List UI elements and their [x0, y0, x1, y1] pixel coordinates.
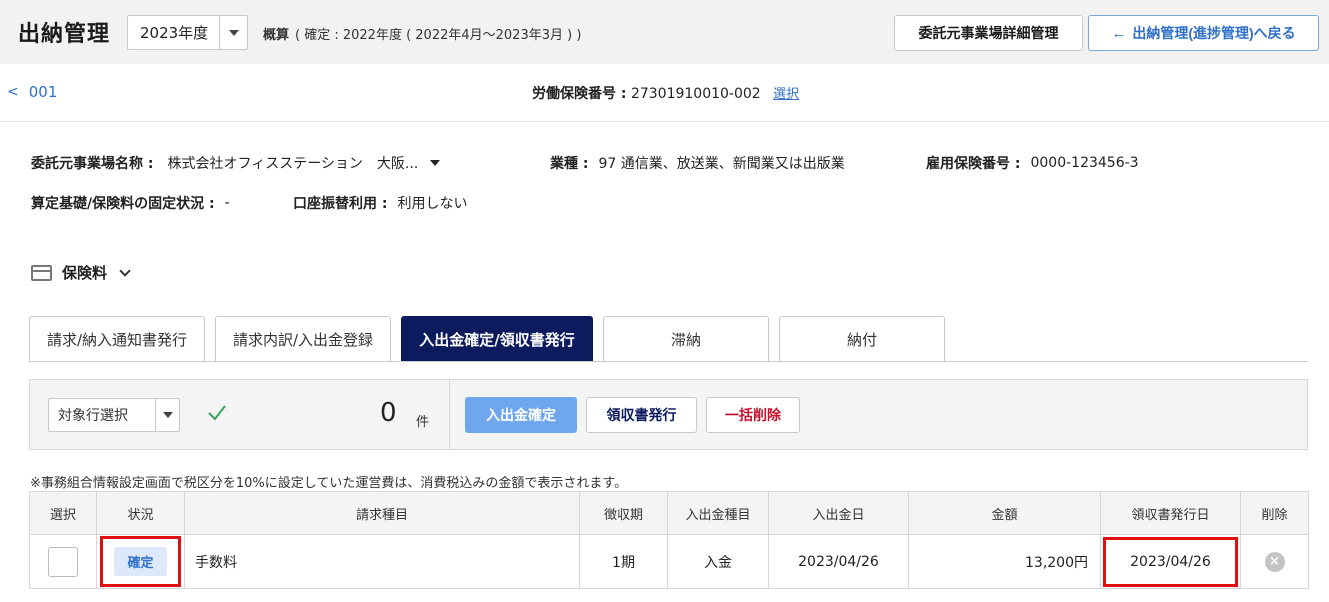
table-row: 確定 手数料 1期 入金 2023/04/26 13,200円 2023/04/…	[29, 534, 1309, 589]
back-button-label: 出納管理(進捗管理)へ戻る	[1132, 25, 1296, 41]
office-name-field: 委託元事業場名称 : 株式会社オフィスステーション 大阪...	[31, 153, 441, 173]
tab-billing-breakdown[interactable]: 請求内訳/入出金登録	[215, 316, 391, 361]
fixed-status-value: -	[224, 195, 230, 211]
employment-insurance-value: 0000-123456-3	[1030, 155, 1139, 171]
check-icon	[208, 405, 226, 421]
account-transfer-label: 口座振替利用 :	[293, 196, 388, 212]
table-header-row: 選択 状況 請求種目 徴収期 入出金種目 入出金日 金額 領収書発行日 削除	[29, 491, 1309, 535]
office-name-label: 委託元事業場名称 :	[31, 156, 154, 172]
tab-billing-notice[interactable]: 請求/納入通知書発行	[29, 316, 205, 361]
labor-insurance-value: 27301910010-002	[630, 86, 761, 102]
dropdown-arrow-icon[interactable]	[155, 399, 179, 431]
arrow-left-icon: ←	[1111, 24, 1127, 42]
tab-payment-confirm[interactable]: 入出金確定/領収書発行	[401, 316, 593, 361]
chevron-left-icon: <	[7, 84, 19, 100]
bulk-delete-button[interactable]: 一括削除	[706, 397, 800, 433]
toolbar-divider	[449, 380, 450, 449]
confirm-payment-button[interactable]: 入出金確定	[465, 397, 577, 433]
select-cell	[29, 534, 97, 589]
fiscal-year-select[interactable]: 2023年度	[127, 15, 248, 50]
office-detail-button[interactable]: 委託元事業場詳細管理	[894, 15, 1083, 51]
status-cell: 確定	[96, 534, 185, 589]
receipt-date-cell: 2023/04/26	[1100, 534, 1241, 589]
col-header-item: 請求種目	[184, 491, 580, 535]
card-icon	[31, 264, 52, 281]
date-cell: 2023/04/26	[768, 534, 909, 589]
tab-bar: 請求/納入通知書発行 請求内訳/入出金登録 入出金確定/領収書発行 滞納 納付	[29, 316, 1308, 362]
delete-cell: ×	[1240, 534, 1309, 589]
issue-receipt-button[interactable]: 領収書発行	[586, 397, 697, 433]
row-select-value: 対象行選択	[58, 408, 128, 424]
app-title: 出納管理	[18, 22, 111, 47]
receipt-date-highlight: 2023/04/26	[1103, 536, 1238, 587]
insurance-section-toggle[interactable]: 保険料	[31, 262, 131, 283]
col-header-receipt-date: 領収書発行日	[1100, 491, 1241, 535]
summary-label: 概算	[263, 28, 290, 43]
app-header: 出納管理 2023年度 概算 ( 確定 : 2022年度 ( 2022年4月～20…	[0, 0, 1329, 64]
office-name-value[interactable]: 株式会社オフィスステーション 大阪...	[167, 153, 418, 173]
back-link-label: 001	[28, 83, 58, 101]
tax-note: ※事務組合情報設定画面で税区分を10%に設定していた運営費は、消費税込みの金額で…	[30, 476, 628, 491]
employment-insurance-field: 雇用保険番号 : 0000-123456-3	[926, 153, 1139, 173]
account-transfer-field: 口座振替利用 : 利用しない	[293, 193, 467, 213]
action-toolbar: 対象行選択 0 件 入出金確定 領収書発行 一括削除	[29, 379, 1308, 450]
col-header-period: 徴収期	[579, 491, 668, 535]
labor-insurance-label: 労働保険番号 :	[532, 86, 627, 102]
industry-field: 業種 : 97 通信業、放送業、新聞業又は出版業	[550, 153, 845, 173]
col-header-delete: 削除	[1240, 491, 1309, 535]
back-link[interactable]: <001	[7, 83, 57, 101]
status-highlight: 確定	[100, 536, 181, 587]
type-cell: 入金	[667, 534, 769, 589]
item-cell: 手数料	[184, 534, 580, 589]
payment-table: 選択 状況 請求種目 徴収期 入出金種目 入出金日 金額 領収書発行日 削除 確…	[29, 491, 1309, 589]
fixed-status-label: 算定基礎/保険料の固定状況 :	[31, 196, 215, 212]
col-header-date: 入出金日	[768, 491, 909, 535]
section-title: 保険料	[62, 264, 108, 282]
chevron-down-icon	[119, 264, 131, 277]
account-transfer-value: 利用しない	[397, 196, 468, 212]
employment-insurance-label: 雇用保険番号 :	[926, 156, 1021, 172]
industry-value: 97 通信業、放送業、新聞業又は出版業	[598, 156, 845, 172]
caret-down-icon[interactable]	[430, 160, 441, 166]
row-select-dropdown[interactable]: 対象行選択	[48, 398, 180, 432]
col-header-type: 入出金種目	[667, 491, 769, 535]
count-unit: 件	[416, 415, 430, 430]
back-to-progress-button[interactable]: ← 出納管理(進捗管理)へ戻る	[1088, 15, 1319, 51]
fiscal-year-value: 2023年度	[140, 24, 209, 42]
fixed-status-field: 算定基礎/保険料の固定状況 : -	[31, 193, 230, 213]
col-header-status: 状況	[96, 491, 185, 535]
fiscal-summary: 概算 ( 確定 : 2022年度 ( 2022年4月～2023年3月 ) )	[263, 24, 581, 43]
summary-text: ( 確定 : 2022年度 ( 2022年4月～2023年3月 ) )	[295, 28, 582, 43]
period-cell: 1期	[579, 534, 668, 589]
industry-label: 業種 :	[550, 156, 589, 172]
tab-payment[interactable]: 納付	[779, 316, 945, 361]
selected-count: 0	[380, 398, 397, 428]
status-badge: 確定	[114, 547, 167, 576]
col-header-select: 選択	[29, 491, 97, 535]
tab-arrears[interactable]: 滞納	[603, 316, 769, 361]
col-header-amount: 金額	[908, 491, 1101, 535]
select-link[interactable]: 選択	[773, 87, 799, 102]
sub-navigation: <001 労働保険番号 : 27301910010-002 選択	[0, 64, 1329, 122]
row-checkbox[interactable]	[48, 546, 78, 577]
delete-icon[interactable]: ×	[1264, 551, 1285, 572]
amount-cell: 13,200円	[908, 534, 1101, 589]
dropdown-arrow-icon[interactable]	[219, 16, 247, 49]
labor-insurance-number: 労働保険番号 : 27301910010-002 選択	[532, 83, 799, 103]
